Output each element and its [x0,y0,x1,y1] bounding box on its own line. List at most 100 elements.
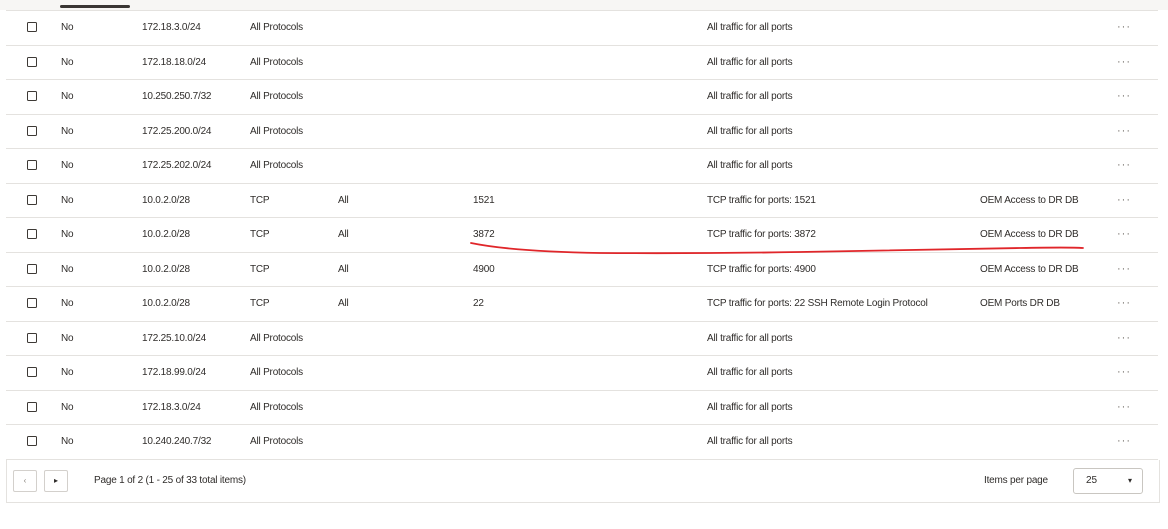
protocol-cell: TCP [250,229,270,240]
row-actions-menu[interactable]: ··· [1117,80,1131,114]
row-checkbox[interactable] [27,287,37,321]
row-checkbox[interactable] [27,11,37,45]
destination-port-cell: 4900 [473,263,495,275]
stateless-cell: No [61,229,74,240]
protocol-cell: All Protocols [250,332,303,344]
stateless-cell: No [61,401,74,413]
page-info: Page 1 of 2 (1 - 25 of 33 total items) [94,475,246,486]
row-actions-menu[interactable]: ··· [1117,46,1131,80]
row-actions-menu[interactable]: ··· [1117,11,1131,45]
table-row: No 172.18.3.0/24 All Protocols All traffic … [6,390,1158,425]
row-checkbox[interactable] [27,149,37,183]
note-cell: OEM Access to DR DB [980,263,1079,275]
checkbox-icon[interactable] [27,332,37,343]
row-actions-menu[interactable]: ··· [1117,149,1131,183]
stateless-cell: No [61,332,74,344]
row-checkbox[interactable] [27,322,37,356]
description-cell: All traffic for all ports [707,332,793,344]
source-cell: 172.18.3.0/24 [142,22,201,33]
table-row: No 172.18.3.0/24 All Protocols All traffic … [6,11,1158,46]
table-row: No 10.240.240.7/32 All Protocols All traffi… [6,425,1158,460]
row-checkbox[interactable] [27,391,37,425]
checkbox-icon[interactable] [27,367,37,378]
row-actions-menu[interactable]: ··· [1117,391,1131,425]
items-per-page-select[interactable]: 25 ▾ [1073,468,1143,494]
checkbox-icon[interactable] [27,401,37,412]
security-rules-table: No 172.18.3.0/24 All Protocols All traffic … [6,10,1158,460]
stateless-cell: No [61,367,74,378]
stateless-cell: No [61,263,74,275]
row-checkbox[interactable] [27,46,37,80]
destination-port-cell: 22 [473,298,484,309]
protocol-cell: All Protocols [250,22,303,33]
caret-down-icon: ▾ [1127,476,1132,485]
table-row: No 10.0.2.0/28 TCP All 22 TCP traffic for por… [6,287,1158,322]
checkbox-icon[interactable] [27,263,37,274]
next-page-button[interactable]: ▸ [44,470,68,492]
protocol-cell: All Protocols [250,56,303,68]
row-actions-menu[interactable]: ··· [1117,115,1131,149]
checkbox-icon[interactable] [27,194,37,205]
stateless-cell: No [61,194,74,206]
checkbox-icon[interactable] [27,160,37,171]
checkbox-icon[interactable] [27,229,37,240]
source-port-cell: All [338,298,349,309]
checkbox-icon[interactable] [27,298,37,309]
stateless-cell: No [61,22,74,33]
source-cell: 172.18.18.0/24 [142,56,206,68]
description-cell: TCP traffic for ports: 4900 [707,263,816,275]
protocol-cell: TCP [250,298,270,309]
source-cell: 172.25.10.0/24 [142,332,206,344]
row-actions-menu[interactable]: ··· [1117,322,1131,356]
protocol-cell: All Protocols [250,125,303,137]
checkbox-icon[interactable] [27,56,37,67]
checkbox-icon[interactable] [27,91,37,102]
checkbox-icon[interactable] [27,22,37,33]
table-row: No 172.25.200.0/24 All Protocols All traffi… [6,114,1158,149]
description-cell: All traffic for all ports [707,436,793,447]
row-checkbox[interactable] [27,184,37,218]
row-actions-menu[interactable]: ··· [1117,425,1131,459]
source-cell: 10.0.2.0/28 [142,229,190,240]
row-checkbox[interactable] [27,253,37,287]
row-actions-menu[interactable]: ··· [1117,253,1131,287]
source-cell: 10.240.240.7/32 [142,436,212,447]
stateless-cell: No [61,91,74,102]
row-actions-menu[interactable]: ··· [1117,287,1131,321]
source-cell: 10.0.2.0/28 [142,263,190,275]
source-port-cell: All [338,263,349,275]
source-port-cell: All [338,229,349,240]
checkbox-icon[interactable] [27,125,37,136]
table-row: No 172.25.202.0/24 All Protocols All traffi… [6,149,1158,184]
row-checkbox[interactable] [27,425,37,459]
source-cell: 10.250.250.7/32 [142,91,212,102]
chevron-left-icon: ‹ [23,476,27,485]
stateless-cell: No [61,298,74,309]
protocol-cell: All Protocols [250,91,303,102]
table-row: No 172.25.10.0/24 All Protocols All traffic… [6,321,1158,356]
row-actions-menu[interactable]: ··· [1117,356,1131,390]
items-per-page-label: Items per page [984,475,1048,486]
stateless-cell: No [61,56,74,68]
source-cell: 172.18.99.0/24 [142,367,206,378]
checkbox-icon[interactable] [27,436,37,447]
row-actions-menu[interactable]: ··· [1117,184,1131,218]
table-row: No 10.0.2.0/28 TCP All 3872 TCP traffic for p… [6,218,1158,253]
row-actions-menu[interactable]: ··· [1117,218,1131,252]
row-checkbox[interactable] [27,80,37,114]
stateless-cell: No [61,436,74,447]
description-cell: TCP traffic for ports: 22 SSH Remote Log… [707,298,928,309]
description-cell: All traffic for all ports [707,22,793,33]
note-cell: OEM Access to DR DB [980,229,1079,240]
note-cell: OEM Access to DR DB [980,194,1079,206]
tab-strip [0,0,1168,10]
row-checkbox[interactable] [27,115,37,149]
protocol-cell: TCP [250,194,270,206]
previous-page-button[interactable]: ‹ [13,470,37,492]
source-cell: 172.18.3.0/24 [142,401,201,413]
table-row: No 10.0.2.0/28 TCP All 1521 TCP traffic for p… [6,183,1158,218]
active-tab-indicator [60,5,130,8]
row-checkbox[interactable] [27,356,37,390]
source-cell: 10.0.2.0/28 [142,298,190,309]
row-checkbox[interactable] [27,218,37,252]
